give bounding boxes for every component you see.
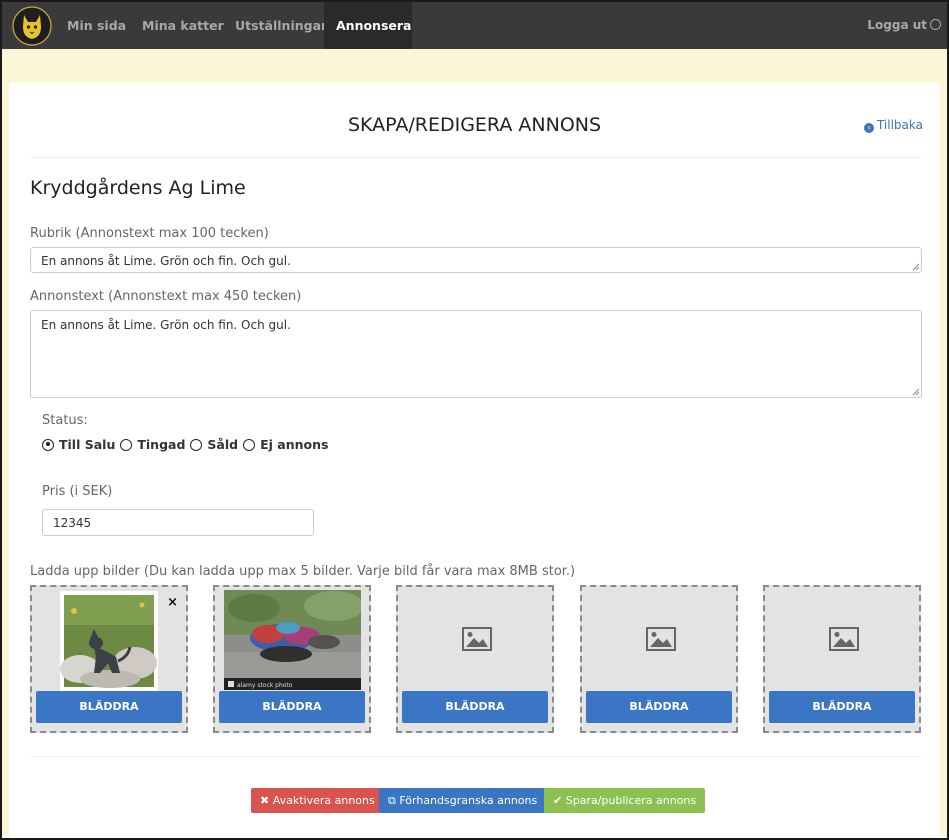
radio-label-sald: Såld	[207, 437, 239, 452]
image-slot-2[interactable]: alamy stock photo BLÄDDRA	[213, 585, 371, 733]
deactivate-label: Avaktivera annons	[272, 794, 375, 807]
radio-label-till-salu: Till Salu	[59, 437, 116, 452]
status-label: Status:	[42, 413, 88, 428]
nav-annonsera[interactable]: Annonsera	[324, 2, 412, 49]
club-logo-icon[interactable]	[12, 5, 52, 47]
radio-tingad[interactable]	[120, 438, 133, 451]
right-gutter	[940, 83, 947, 836]
radio-label-tingad: Tingad	[137, 437, 186, 452]
browse-button-1[interactable]: BLÄDDRA	[36, 691, 182, 723]
radio-sald[interactable]	[190, 438, 203, 451]
browse-button-2[interactable]: BLÄDDRA	[219, 691, 365, 723]
stock-caption: alamy stock photo	[237, 682, 293, 689]
save-publish-button[interactable]: ✔ Spara/publicera annons	[544, 788, 706, 813]
radio-label-ej-annons: Ej annons	[260, 437, 329, 452]
uploaded-image-2: alamy stock photo	[224, 590, 364, 690]
browse-button-4[interactable]: BLÄDDRA	[586, 691, 732, 723]
upload-label: Ladda upp bilder (Du kan ladda upp max 5…	[30, 564, 576, 579]
radio-ej-annons[interactable]	[243, 438, 256, 451]
page-title: SKAPA/REDIGERA ANNONS	[347, 114, 602, 136]
image-placeholder-icon	[646, 627, 676, 651]
check-icon: ✔	[553, 794, 566, 807]
save-label: Spara/publicera annons	[565, 794, 697, 807]
nav-min-sida[interactable]: Min sida	[55, 2, 138, 49]
headline-label: Rubrik (Annonstext max 100 tecken)	[30, 226, 269, 241]
uploaded-image-1	[60, 591, 158, 691]
image-slot-4[interactable]: BLÄDDRA	[580, 585, 738, 733]
nav-mina-katter[interactable]: Mina katter	[130, 2, 236, 49]
image-slot-5[interactable]: BLÄDDRA	[763, 585, 921, 733]
radio-till-salu[interactable]	[42, 438, 54, 451]
deactivate-ad-button[interactable]: ✖ Avaktivera annons	[251, 788, 384, 813]
preview-ad-button[interactable]: ⧉ Förhandsgranska annons	[379, 788, 547, 813]
divider	[30, 157, 922, 158]
image-slot-1[interactable]: × BLÄDDRA	[30, 585, 188, 733]
remove-image-icon[interactable]: ×	[167, 595, 178, 610]
adtext-label: Annonstext (Annonstext max 450 tecken)	[30, 289, 302, 304]
divider	[30, 756, 922, 757]
notice-band	[2, 49, 947, 83]
preview-label: Förhandsgranska annons	[399, 794, 538, 807]
resize-handle-icon[interactable]	[912, 263, 920, 271]
headline-textarea[interactable]: En annons åt Lime. Grön och fin. Och gul…	[30, 247, 922, 273]
logout-link[interactable]: Logga ut	[867, 2, 941, 49]
logout-label: Logga ut	[867, 18, 927, 32]
external-link-icon: ⧉	[388, 794, 400, 807]
price-label: Pris (i SEK)	[42, 484, 113, 499]
nav-utstallningar[interactable]: Utställningar	[223, 2, 339, 49]
price-input[interactable]: 12345	[42, 509, 314, 536]
headline-value: En annons åt Lime. Grön och fin. Och gul…	[41, 254, 291, 268]
left-gutter	[2, 83, 9, 836]
top-navbar: Min sida Mina katter Utställningar Annon…	[2, 2, 947, 49]
resize-handle-icon[interactable]	[912, 388, 920, 396]
adtext-textarea[interactable]: En annons åt Lime. Grön och fin. Och gul…	[30, 310, 922, 398]
arrow-left-circle-icon: ‹	[863, 123, 874, 133]
back-label: Tillbaka	[876, 118, 923, 132]
adtext-value: En annons åt Lime. Grön och fin. Och gul…	[41, 318, 291, 332]
power-icon	[930, 19, 941, 30]
price-value: 12345	[53, 516, 92, 530]
close-icon: ✖	[260, 794, 273, 807]
image-slot-3[interactable]: BLÄDDRA	[396, 585, 554, 733]
image-placeholder-icon	[462, 627, 492, 651]
back-link[interactable]: ‹ Tillbaka	[863, 118, 923, 133]
browse-button-5[interactable]: BLÄDDRA	[769, 691, 915, 723]
image-placeholder-icon	[829, 627, 859, 651]
status-radio-group: Till Salu Tingad Såld Ej annons	[42, 437, 333, 452]
browse-button-3[interactable]: BLÄDDRA	[402, 691, 548, 723]
cat-name-heading: Kryddgårdens Ag Lime	[30, 177, 246, 199]
